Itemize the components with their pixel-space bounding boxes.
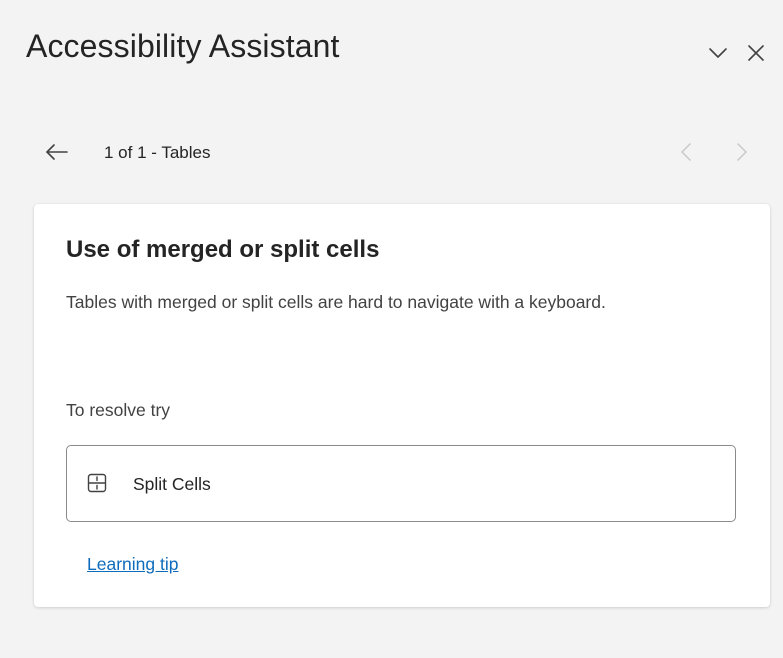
- chevron-down-icon: [709, 48, 727, 58]
- issue-navigation: 1 of 1 - Tables: [44, 133, 753, 173]
- collapse-pane-button[interactable]: [703, 38, 733, 68]
- chevron-right-icon: [737, 143, 747, 161]
- split-cells-icon: [87, 473, 107, 493]
- chevron-left-icon: [681, 143, 691, 161]
- previous-issue-button[interactable]: [675, 141, 697, 163]
- arrow-left-icon: [46, 144, 68, 160]
- split-cells-button[interactable]: Split Cells: [66, 445, 736, 522]
- back-button[interactable]: [44, 141, 70, 163]
- pane-header: Accessibility Assistant: [26, 24, 771, 80]
- resolve-label: To resolve try: [66, 400, 171, 420]
- issue-title: Use of merged or split cells: [66, 236, 380, 263]
- next-issue-button[interactable]: [731, 141, 753, 163]
- pane-title: Accessibility Assistant: [26, 28, 340, 64]
- close-pane-button[interactable]: [741, 38, 771, 68]
- issue-description: Tables with merged or split cells are ha…: [66, 292, 606, 312]
- split-cells-label: Split Cells: [133, 474, 211, 494]
- close-icon: [748, 45, 764, 61]
- issue-position-label: 1 of 1 - Tables: [104, 143, 211, 162]
- learning-tip-link[interactable]: Learning tip: [87, 554, 178, 575]
- issue-card: Use of merged or split cells Tables with…: [34, 204, 770, 607]
